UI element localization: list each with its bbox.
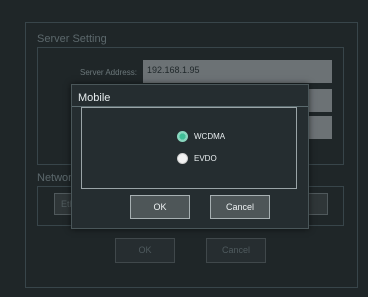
mobile-dialog: Mobile WCDMA EVDO OK Cancel <box>71 84 309 229</box>
option-label: WCDMA <box>194 132 226 141</box>
dialog-title: Mobile <box>78 92 111 104</box>
ok-button[interactable]: OK <box>115 238 175 263</box>
options-box: WCDMA EVDO <box>81 107 297 189</box>
dialog-cancel-button[interactable]: Cancel <box>210 195 270 219</box>
server-address-value: 192.168.1.95 <box>147 65 200 75</box>
radio-selected-icon <box>177 131 188 142</box>
server-address-label: Server Address: <box>80 68 137 77</box>
cancel-button[interactable]: Cancel <box>206 238 266 263</box>
dialog-ok-button[interactable]: OK <box>130 195 190 219</box>
server-address-field[interactable]: 192.168.1.95 <box>143 60 332 83</box>
option-label: EVDO <box>194 154 217 163</box>
server-setting-title: Server Setting <box>37 33 107 45</box>
radio-unselected-icon <box>177 153 188 164</box>
